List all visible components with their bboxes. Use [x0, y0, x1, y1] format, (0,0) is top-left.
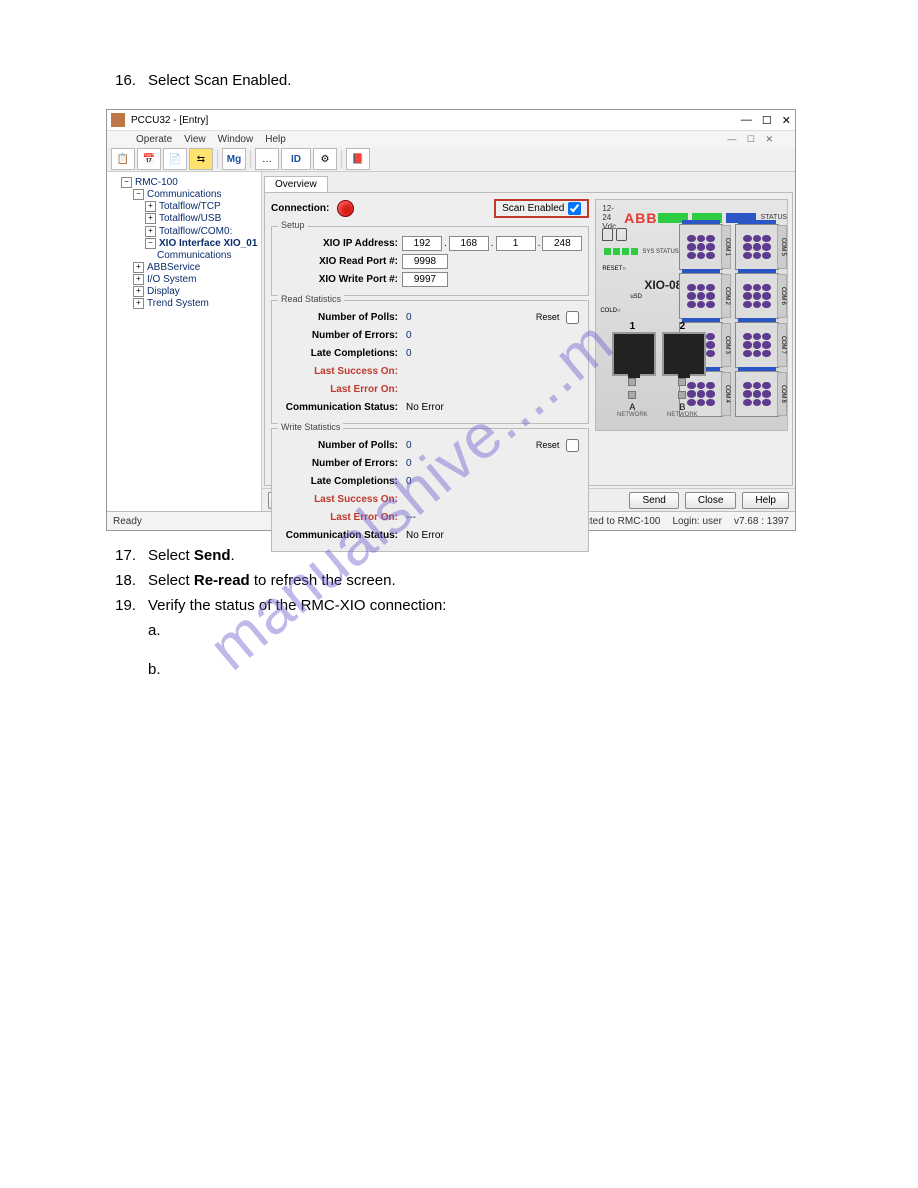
scan-enabled-checkbox[interactable] — [568, 202, 581, 215]
step-18: 18.Select Re-read to refresh the screen. — [100, 570, 818, 591]
step-19b: b. — [148, 659, 818, 680]
step-19: 19.Verify the status of the RMC-XIO conn… — [100, 595, 818, 616]
tool-5[interactable]: Mg — [222, 148, 246, 170]
tree-communications[interactable]: Communications — [147, 189, 221, 200]
write-errors: 0 — [406, 458, 412, 469]
write-reset-checkbox[interactable] — [566, 439, 579, 452]
status-ready: Ready — [113, 516, 142, 527]
device-model: XIO-08 — [644, 278, 682, 292]
step-19a: a. — [148, 620, 818, 641]
read-port-label: XIO Read Port #: — [278, 256, 402, 267]
tool-help[interactable]: 📕 — [346, 148, 370, 170]
tree-usb[interactable]: Totalflow/USB — [159, 213, 221, 224]
write-lasterr: --- — [406, 512, 416, 523]
tree-trend-system[interactable]: Trend System — [147, 298, 209, 309]
write-stats-group: Write Statistics Number of Polls:0 Reset… — [271, 428, 589, 552]
tool-setup[interactable]: ⚙ — [313, 148, 337, 170]
status-login: Login: user — [672, 516, 721, 527]
send-button[interactable]: Send — [629, 492, 678, 509]
tool-2[interactable]: 📅 — [137, 148, 161, 170]
scan-enabled-label: Scan Enabled — [502, 203, 564, 214]
pccu-window: PCCU32 - [Entry] — ☐ ✕ Operate View Wind… — [106, 109, 796, 531]
tree-tcp[interactable]: Totalflow/TCP — [159, 201, 221, 212]
write-late: 0 — [406, 476, 412, 487]
cold-label: COLD○ — [600, 308, 620, 314]
menubar: Operate View Window Help — ☐ ✕ — [107, 131, 795, 147]
tool-id[interactable]: ID — [281, 148, 311, 170]
brand-logo: ABB — [624, 210, 657, 226]
write-port-input[interactable] — [402, 272, 448, 287]
reset-label: RESET○ — [602, 266, 626, 272]
ip-label: XIO IP Address: — [278, 238, 402, 249]
connection-label: Connection: — [271, 203, 329, 214]
tool-3[interactable]: 📄 — [163, 148, 187, 170]
write-commstatus: No Error — [406, 530, 444, 541]
tree-com0[interactable]: Totalflow/COM0: — [159, 226, 232, 237]
menu-help[interactable]: Help — [265, 134, 286, 145]
read-late: 0 — [406, 348, 412, 359]
read-commstatus: No Error — [406, 402, 444, 413]
help-button[interactable]: Help — [742, 492, 789, 509]
device-illustration: 12-24 Vdc ABB STATUS — [595, 199, 788, 431]
close-button[interactable]: ✕ — [782, 114, 791, 127]
menu-window[interactable]: Window — [218, 134, 254, 145]
read-port-input[interactable] — [402, 254, 448, 269]
scan-enabled-box[interactable]: Scan Enabled — [494, 199, 589, 218]
usd-label: uSD — [630, 294, 642, 300]
tree-root[interactable]: RMC-100 — [135, 177, 178, 188]
tool-1[interactable]: 📋 — [111, 148, 135, 170]
nav-tree[interactable]: −RMC-100 −Communications +Totalflow/TCP … — [107, 172, 262, 511]
ip-3[interactable] — [496, 236, 536, 251]
setup-group: Setup XIO IP Address: . . . — [271, 226, 589, 296]
tab-overview[interactable]: Overview — [264, 176, 328, 192]
step-16: 16.Select Scan Enabled. — [100, 70, 818, 91]
voltage-label: 12-24 Vdc — [602, 204, 616, 231]
menu-operate[interactable]: Operate — [136, 134, 172, 145]
ip-1[interactable] — [402, 236, 442, 251]
tool-4[interactable]: ⇆ — [189, 148, 213, 170]
ip-4[interactable] — [542, 236, 582, 251]
tool-6[interactable]: … — [255, 148, 279, 170]
ethernet-2: 2 B NETWORK — [662, 317, 702, 418]
read-reset-checkbox[interactable] — [566, 311, 579, 324]
read-polls: 0 — [406, 312, 412, 323]
tree-xio-comm[interactable]: Communications — [157, 250, 231, 261]
menu-icon — [113, 134, 124, 145]
titlebar: PCCU32 - [Entry] — ☐ ✕ — [107, 110, 795, 131]
write-port-label: XIO Write Port #: — [278, 274, 402, 285]
maximize-button[interactable]: ☐ — [762, 114, 772, 127]
toolbar: 📋 📅 📄 ⇆ Mg … ID ⚙ 📕 — [107, 147, 795, 172]
close-panel-button[interactable]: Close — [685, 492, 737, 509]
write-polls: 0 — [406, 440, 412, 451]
status-version: v7.68 : 1397 — [734, 516, 789, 527]
menu-view[interactable]: View — [184, 134, 206, 145]
read-stats-group: Read Statistics Number of Polls:0 Reset … — [271, 300, 589, 424]
read-errors: 0 — [406, 330, 412, 341]
lock-icon — [602, 228, 627, 244]
tree-display[interactable]: Display — [147, 286, 180, 297]
minimize-button[interactable]: — — [741, 114, 752, 126]
window-title: PCCU32 - [Entry] — [131, 115, 208, 126]
sys-status-leds: SYS STATUS — [604, 248, 678, 255]
connection-indicator — [337, 200, 354, 217]
tree-io-system[interactable]: I/O System — [147, 274, 196, 285]
tree-xio-interface[interactable]: XIO Interface XIO_01 — [159, 238, 257, 249]
tree-abbservice[interactable]: ABBService — [147, 262, 200, 273]
mdi-controls[interactable]: — ☐ ✕ — [727, 134, 777, 145]
ip-2[interactable] — [449, 236, 489, 251]
ethernet-1: 1 A NETWORK — [612, 317, 652, 418]
app-icon — [111, 113, 125, 127]
